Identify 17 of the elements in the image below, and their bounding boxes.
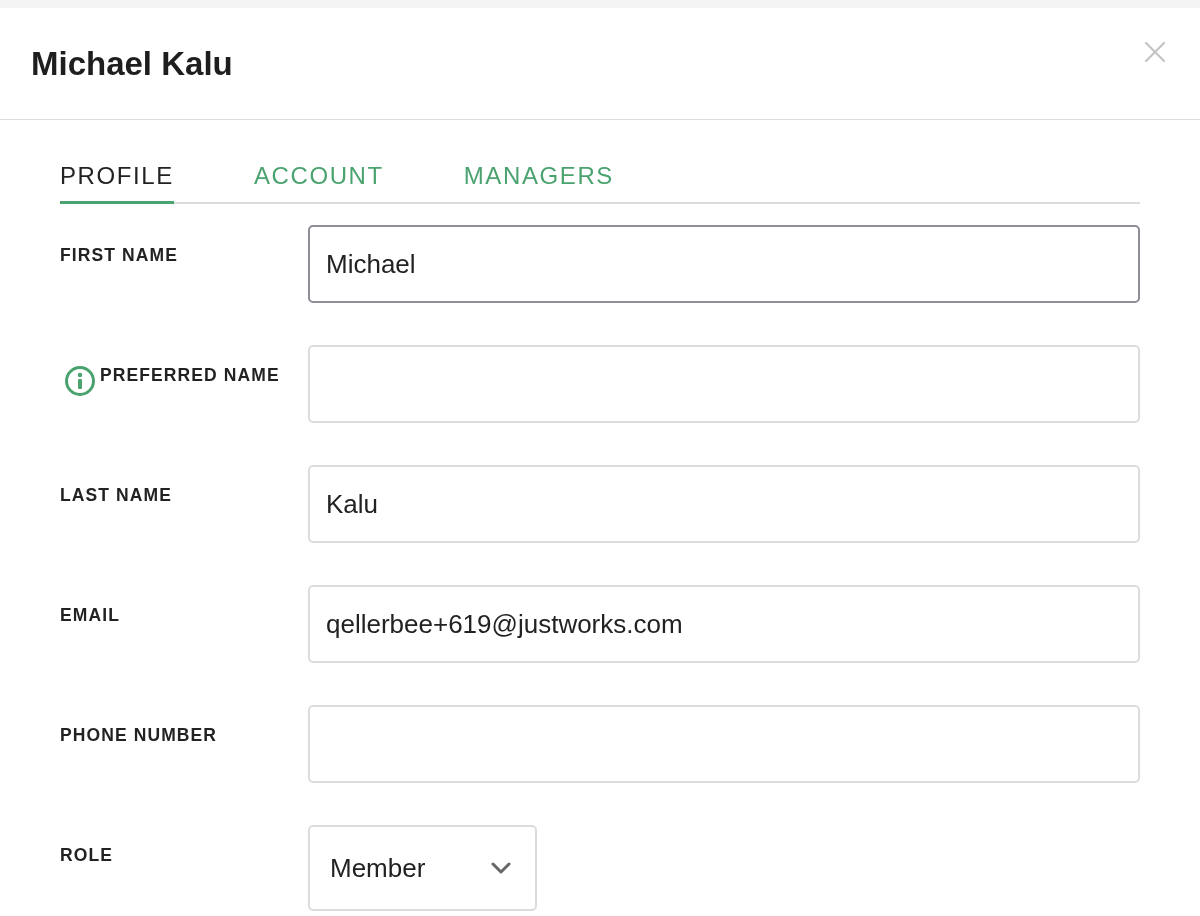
text-field[interactable]: Kalu (308, 465, 1140, 543)
text-field[interactable]: qellerbee+619@justworks.com (308, 585, 1140, 663)
text-field[interactable] (308, 345, 1140, 423)
text-field[interactable] (308, 705, 1140, 783)
tab[interactable]: PROFILE (60, 158, 174, 204)
text-field[interactable]: Michael (308, 225, 1140, 303)
info-icon[interactable] (64, 365, 96, 397)
field-label: EMAIL (60, 604, 120, 627)
field-label: ROLE (60, 844, 113, 867)
field-label: LAST NAME (60, 484, 172, 507)
chevron-down-icon (491, 862, 511, 874)
close-icon[interactable] (1144, 41, 1166, 63)
role-dropdown[interactable]: Member (308, 825, 537, 911)
field-label: PHONE NUMBER (60, 724, 218, 747)
dialog-title: Michael Kalu (31, 44, 233, 83)
field-label: FIRST NAME (60, 244, 178, 267)
field-label: PREFERRED NAME (100, 364, 280, 387)
